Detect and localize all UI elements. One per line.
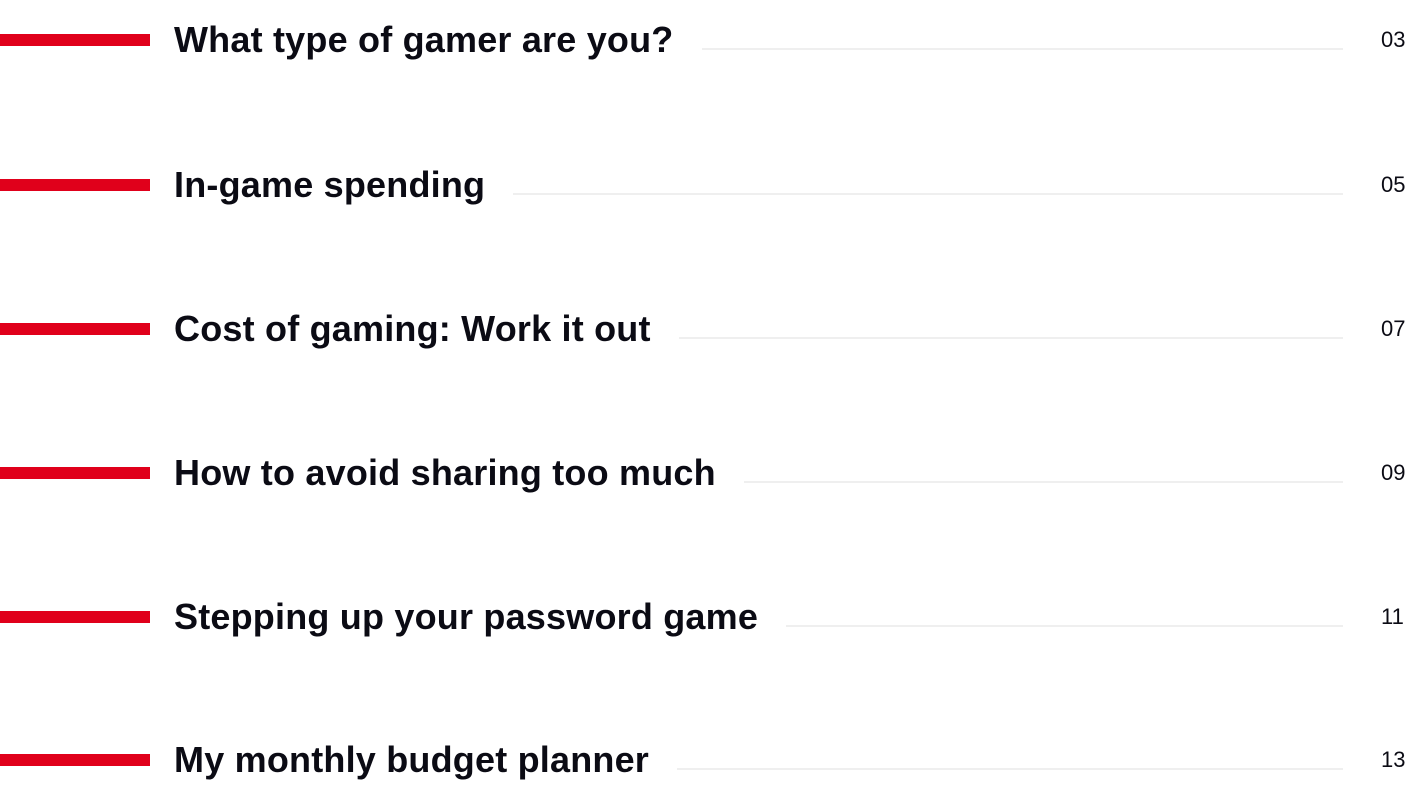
toc-entry[interactable]: Stepping up your password game 11 xyxy=(0,587,1419,647)
toc-entry-page-number: 05 xyxy=(1381,172,1406,197)
accent-bar xyxy=(0,179,150,191)
toc-entry-title[interactable]: My monthly budget planner xyxy=(174,739,649,781)
accent-bar xyxy=(0,34,150,46)
leader-line xyxy=(678,337,1343,339)
toc-entry-page-number: 03 xyxy=(1381,27,1406,52)
accent-bar xyxy=(0,611,150,623)
toc-entry-page-number: 11 xyxy=(1381,604,1404,629)
toc-entry[interactable]: How to avoid sharing too much 09 xyxy=(0,443,1419,503)
toc-entry-page-number: 09 xyxy=(1381,460,1406,485)
toc-entry[interactable]: My monthly budget planner 13 xyxy=(0,730,1419,790)
toc-entry-title[interactable]: Stepping up your password game xyxy=(174,596,758,638)
toc-entry[interactable]: Cost of gaming: Work it out 07 xyxy=(0,299,1419,359)
toc-entry[interactable]: What type of gamer are you? 03 xyxy=(0,10,1419,70)
leader-line xyxy=(701,48,1343,50)
table-of-contents: What type of gamer are you? 03 In-game s… xyxy=(0,0,1419,780)
toc-entry[interactable]: In-game spending 05 xyxy=(0,155,1419,215)
toc-entry-page-number: 07 xyxy=(1381,316,1406,341)
leader-line xyxy=(513,193,1343,195)
toc-entry-title[interactable]: How to avoid sharing too much xyxy=(174,452,716,494)
toc-entry-page-number: 13 xyxy=(1381,747,1406,772)
accent-bar xyxy=(0,754,150,766)
toc-entry-title[interactable]: In-game spending xyxy=(174,164,485,206)
accent-bar xyxy=(0,467,150,479)
leader-line xyxy=(743,481,1343,483)
leader-line xyxy=(786,625,1343,627)
leader-line xyxy=(677,768,1343,770)
toc-entry-title[interactable]: Cost of gaming: Work it out xyxy=(174,308,651,350)
toc-entry-title[interactable]: What type of gamer are you? xyxy=(174,19,674,61)
accent-bar xyxy=(0,323,150,335)
